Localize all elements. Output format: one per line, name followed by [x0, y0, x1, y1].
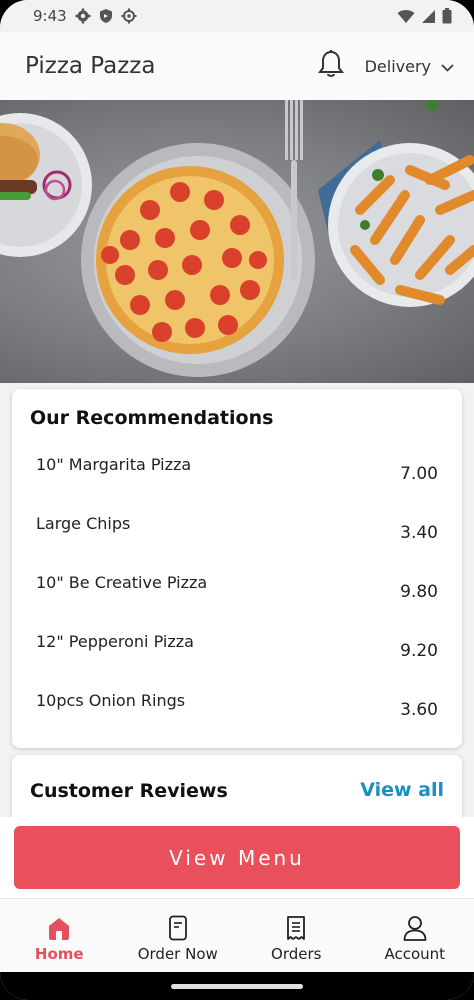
item-price: 3.60 [400, 700, 438, 720]
item-price: 3.40 [400, 523, 438, 543]
tab-label: Account [384, 945, 446, 963]
chevron-down-icon [441, 57, 454, 76]
notification-bell-icon[interactable] [317, 49, 344, 84]
tab-label: Home [34, 945, 84, 963]
system-gesture-bar [0, 972, 474, 1000]
item-name: 10" Margarita Pizza [36, 455, 192, 474]
item-price: 9.80 [400, 582, 438, 602]
view-all-reviews-link[interactable]: View all [360, 779, 444, 801]
item-name: 10pcs Onion Rings [36, 691, 186, 710]
list-item[interactable]: 10pcs Onion Rings 3.60 [36, 691, 438, 731]
settings-cog-icon [121, 8, 137, 24]
home-gesture-handle[interactable] [171, 984, 303, 989]
list-item[interactable]: 10" Be Creative Pizza 9.80 [36, 573, 438, 613]
item-price: 9.20 [400, 641, 438, 661]
tab-account[interactable]: Account [356, 899, 474, 972]
home-icon [46, 915, 72, 945]
status-time: 9:43 [33, 7, 67, 25]
wifi-icon [397, 9, 415, 24]
app-title: Pizza Pazza [25, 53, 156, 79]
gear-icon [75, 8, 91, 24]
delivery-label: Delivery [364, 56, 431, 76]
tab-label: Order Now [137, 945, 218, 963]
list-item[interactable]: 10" Margarita Pizza 7.00 [36, 455, 438, 495]
tab-label: Orders [271, 945, 322, 963]
signal-icon [421, 9, 436, 24]
item-name: Large Chips [36, 514, 131, 533]
app-screen: 9:43 Pizza Pazza Delivery Our Recommenda… [0, 0, 474, 1000]
receipt-icon [283, 915, 309, 945]
hero-food-image [0, 100, 474, 383]
tab-order-now[interactable]: Order Now [119, 899, 238, 972]
view-menu-button[interactable]: View Menu [14, 826, 460, 889]
list-item[interactable]: Large Chips 3.40 [36, 514, 438, 554]
app-header: Pizza Pazza Delivery [0, 32, 474, 100]
item-price: 7.00 [400, 464, 438, 484]
recommendations-title: Our Recommendations [30, 407, 274, 429]
person-icon [402, 915, 428, 945]
shield-icon [99, 8, 113, 24]
status-bar: 9:43 [0, 0, 474, 32]
list-item[interactable]: 12" Pepperoni Pizza 9.20 [36, 632, 438, 672]
reviews-title: Customer Reviews [30, 780, 228, 802]
order-icon [165, 915, 191, 945]
tab-home[interactable]: Home [0, 899, 119, 972]
item-name: 10" Be Creative Pizza [36, 573, 208, 592]
tab-orders[interactable]: Orders [237, 899, 356, 972]
battery-icon [442, 8, 452, 24]
item-name: 12" Pepperoni Pizza [36, 632, 194, 651]
delivery-mode-dropdown[interactable]: Delivery [365, 57, 454, 76]
bottom-tab-bar: Home Order Now Orders Account [0, 898, 474, 972]
recommendations-card: Our Recommendations 10" Margarita Pizza … [12, 389, 462, 748]
